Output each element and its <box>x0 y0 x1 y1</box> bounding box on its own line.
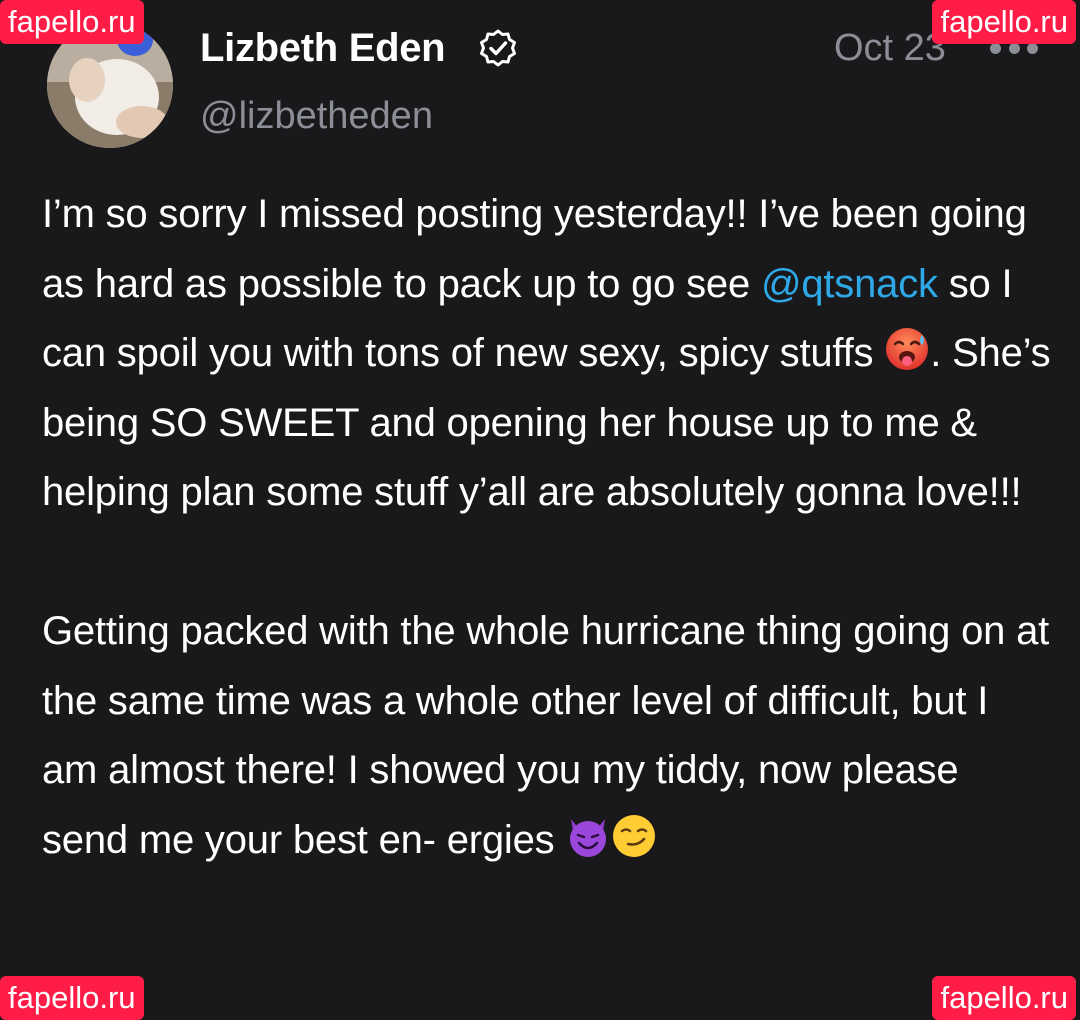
smiling-devil-emoji <box>570 818 607 857</box>
dot <box>1027 42 1038 54</box>
watermark: fapello.ru <box>0 976 144 1020</box>
post-text: Getting packed with the whole hurricane … <box>42 609 1050 862</box>
author-display-name[interactable]: Lizbeth Eden <box>200 22 446 74</box>
watermark: fapello.ru <box>0 0 144 44</box>
smirk-emoji <box>613 814 656 857</box>
dot <box>1008 42 1020 54</box>
watermark: fapello.ru <box>932 0 1076 44</box>
post-timestamp[interactable]: Oct 23 <box>834 22 946 74</box>
author-handle[interactable]: @lizbetheden <box>200 92 433 140</box>
post-paragraph: I’m so sorry I missed posting yesterday!… <box>42 180 1052 528</box>
dot <box>990 42 1001 54</box>
hot-face-emoji <box>886 328 929 370</box>
watermark: fapello.ru <box>932 976 1076 1020</box>
post-paragraph: Getting packed with the whole hurricane … <box>42 597 1052 875</box>
mention-link[interactable]: @qtsnack <box>761 262 938 306</box>
verified-badge-icon <box>480 29 516 67</box>
post-body: I’m so sorry I missed posting yesterday!… <box>42 180 1052 875</box>
